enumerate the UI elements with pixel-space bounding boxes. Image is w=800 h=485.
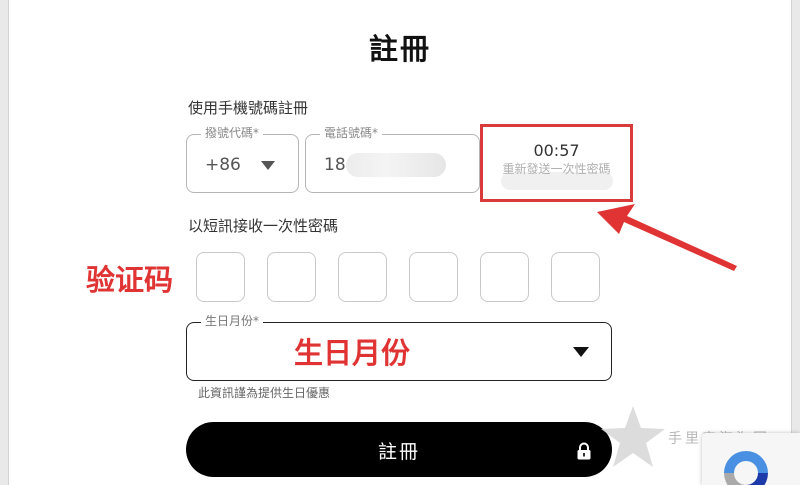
otp-digit-input[interactable] — [551, 252, 600, 302]
arrow-icon — [597, 204, 737, 271]
page-title: 註冊 — [368, 32, 431, 66]
resend-timer: 00:57 — [533, 141, 580, 160]
phone-number-input[interactable]: 電話號碼* 18 — [305, 125, 480, 193]
phone-register-label: 使用手機號碼註冊 — [188, 99, 309, 117]
birth-month-legend: 生日月份* — [201, 313, 264, 329]
otp-digit-input[interactable] — [480, 252, 529, 302]
otp-digit-input[interactable] — [409, 252, 458, 302]
dropdown-caret-icon — [573, 347, 589, 357]
register-button-label: 註冊 — [377, 441, 420, 463]
dropdown-caret-icon — [261, 161, 275, 170]
country-code-legend: 撥號代碼* — [201, 125, 264, 141]
resend-otp-button[interactable]: 重新發送一次性密碼 — [497, 161, 616, 178]
recaptcha-badge[interactable] — [702, 433, 800, 485]
phone-number-legend: 電話號碼* — [320, 125, 383, 141]
otp-digit-input[interactable] — [196, 252, 245, 302]
otp-digit-input[interactable] — [338, 252, 387, 302]
phone-number-value: 18 — [324, 155, 346, 175]
otp-annotation: 验证码 — [86, 263, 174, 297]
otp-label: 以短訊接收一次性密碼 — [188, 217, 339, 235]
country-code-value: +86 — [205, 155, 241, 175]
page-left-border — [0, 0, 9, 485]
star-icon — [601, 406, 665, 467]
otp-digit-input[interactable] — [267, 252, 316, 302]
birth-month-annotation: 生日月份 — [294, 336, 411, 370]
phone-number-redaction — [346, 153, 446, 177]
resend-otp-highlight: 00:57 重新發送一次性密碼 — [480, 124, 633, 202]
register-button[interactable]: 註冊 — [186, 422, 612, 477]
birth-month-helper: 此資訊謹為提供生日優惠 — [198, 386, 331, 400]
recaptcha-icon — [724, 451, 768, 485]
page-right-border — [791, 0, 800, 485]
lock-icon — [577, 442, 591, 460]
country-code-select[interactable]: 撥號代碼* +86 — [186, 125, 299, 193]
